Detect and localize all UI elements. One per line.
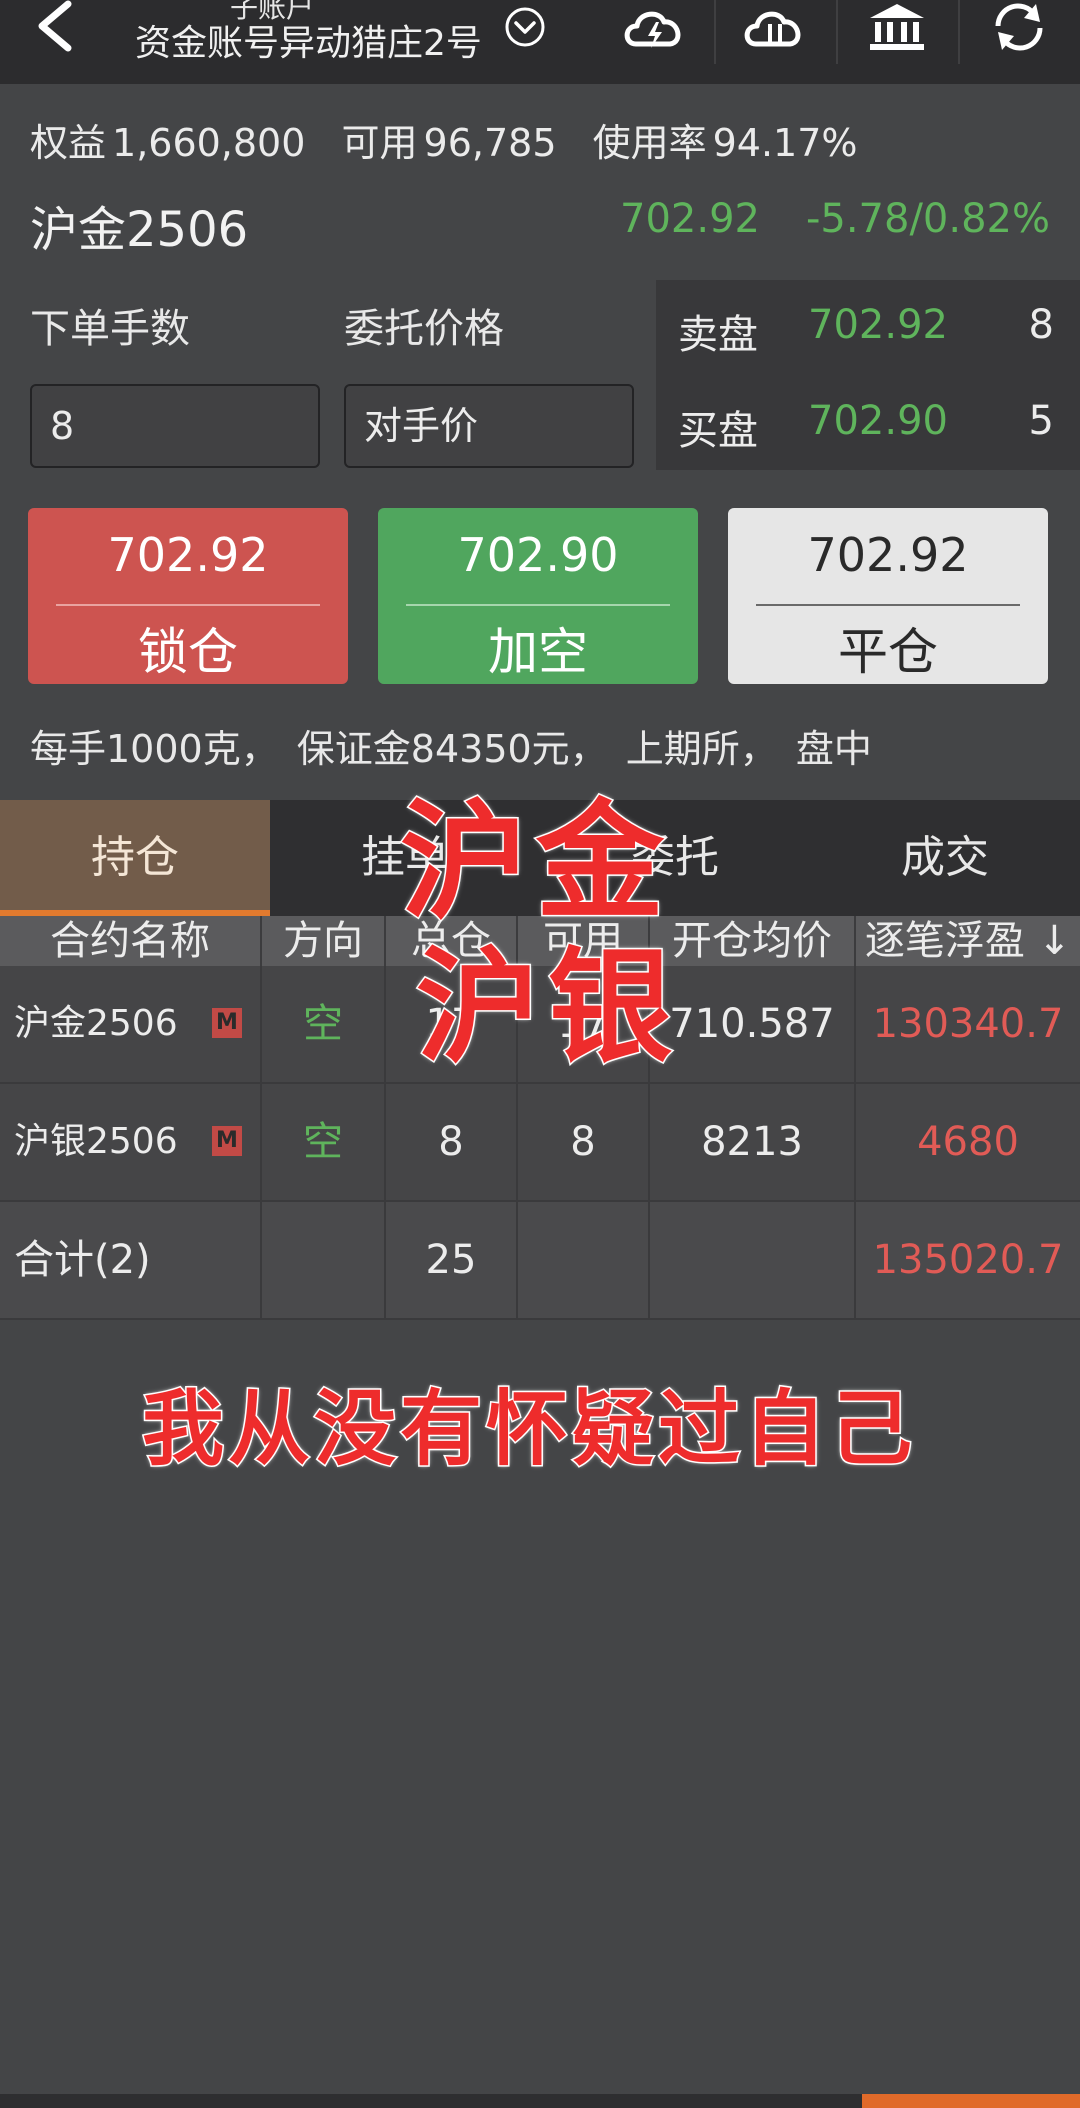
cell-avg-price: 710.587 xyxy=(650,966,856,1082)
total-float-pnl: 135020.7 xyxy=(872,1237,1064,1283)
cell-avg-price: 8213 xyxy=(650,1084,856,1200)
usage-value: 94.17% xyxy=(712,121,858,165)
usage-label: 使用率 xyxy=(592,121,707,165)
top-bar: 子账户 资金账号异动猎庄2号 xyxy=(0,0,1080,84)
available-value: 96,785 xyxy=(423,121,557,165)
cell-available: 8 xyxy=(518,1084,650,1200)
equity-label: 权益 xyxy=(30,121,107,165)
last-price: 702.92 xyxy=(620,196,760,242)
bottom-indicator xyxy=(0,2094,1080,2108)
header-contract[interactable]: 合约名称 xyxy=(0,916,262,966)
overlay-caption-slogan: 我从没有怀疑过自己 xyxy=(140,1381,917,1479)
toolbar-divider xyxy=(836,0,838,64)
header-avg-price[interactable]: 开仓均价 xyxy=(650,916,856,966)
price-label: 委托价格 xyxy=(344,306,504,352)
refresh-icon[interactable] xyxy=(984,0,1054,54)
header-float-pnl[interactable]: 逐笔浮盈 ↓ xyxy=(856,916,1080,966)
add-short-label: 加空 xyxy=(488,623,588,681)
bid-qty: 5 xyxy=(1028,398,1054,444)
ask-row[interactable]: 卖盘 702.92 8 xyxy=(656,280,1080,370)
ask-qty: 8 xyxy=(1028,302,1054,348)
header-direction[interactable]: 方向 xyxy=(262,916,386,966)
order-book: 卖盘 702.92 8 买盘 702.90 5 xyxy=(656,280,1080,470)
account-summary: 权益 1,660,800 可用 96,785 使用率 94.17% xyxy=(30,112,882,167)
contract-title[interactable]: 沪金2506 xyxy=(30,190,248,260)
close-label: 平仓 xyxy=(838,623,938,681)
cell-empty xyxy=(650,1202,856,1318)
lock-price: 702.92 xyxy=(107,528,269,582)
button-divider xyxy=(756,604,1020,606)
cell-float-pnl: 130340.7 xyxy=(872,1001,1064,1047)
cloud-lightning-icon[interactable] xyxy=(620,0,690,54)
bid-label: 买盘 xyxy=(678,408,758,454)
cell-total: 8 xyxy=(386,1084,518,1200)
bid-price: 702.90 xyxy=(808,398,948,444)
bank-icon[interactable] xyxy=(862,0,932,54)
lots-input[interactable]: 8 xyxy=(30,384,320,468)
total-lots: 25 xyxy=(386,1202,518,1318)
add-short-price: 702.90 xyxy=(457,528,619,582)
market-badge: M xyxy=(212,1008,242,1038)
equity-value: 1,660,800 xyxy=(112,121,306,165)
tab-trades[interactable]: 成交 xyxy=(810,800,1080,916)
toolbar-divider xyxy=(958,0,960,64)
cell-empty xyxy=(518,1202,650,1318)
bottom-indicator-active xyxy=(862,2094,1080,2108)
chevron-down-icon[interactable] xyxy=(504,6,546,48)
total-label: 合计(2) xyxy=(0,1202,262,1318)
price-type-input[interactable]: 对手价 xyxy=(344,384,634,468)
price-change: -5.78/0.82% xyxy=(805,196,1050,242)
cell-direction: 空 xyxy=(262,966,386,1082)
toolbar-divider xyxy=(714,0,716,64)
market-badge: M xyxy=(212,1126,242,1156)
button-divider xyxy=(406,604,670,606)
lock-position-button[interactable]: 702.92 锁仓 xyxy=(28,508,348,684)
ask-price: 702.92 xyxy=(808,302,948,348)
close-position-button[interactable]: 702.92 平仓 xyxy=(728,508,1048,684)
table-row[interactable]: 沪银2506 M 空 8 8 8213 4680 xyxy=(0,1084,1080,1202)
cloud-sync-icon[interactable] xyxy=(740,0,810,54)
available-label: 可用 xyxy=(341,121,418,165)
account-name[interactable]: 资金账号异动猎庄2号 xyxy=(135,14,482,66)
close-price: 702.92 xyxy=(807,528,969,582)
cell-float-pnl: 4680 xyxy=(917,1119,1019,1165)
back-arrow-icon[interactable] xyxy=(24,0,84,60)
tab-positions[interactable]: 持仓 xyxy=(0,800,270,916)
add-short-button[interactable]: 702.90 加空 xyxy=(378,508,698,684)
lots-label: 下单手数 xyxy=(30,306,190,352)
button-divider xyxy=(56,604,320,606)
overlay-caption-silver: 沪银 xyxy=(414,935,681,1082)
lock-label: 锁仓 xyxy=(138,623,238,681)
cell-direction: 空 xyxy=(262,1084,386,1200)
total-row: 合计(2) 25 135020.7 xyxy=(0,1202,1080,1320)
bid-row[interactable]: 买盘 702.90 5 xyxy=(656,376,1080,466)
ask-label: 卖盘 xyxy=(678,312,758,358)
cell-empty xyxy=(262,1202,386,1318)
